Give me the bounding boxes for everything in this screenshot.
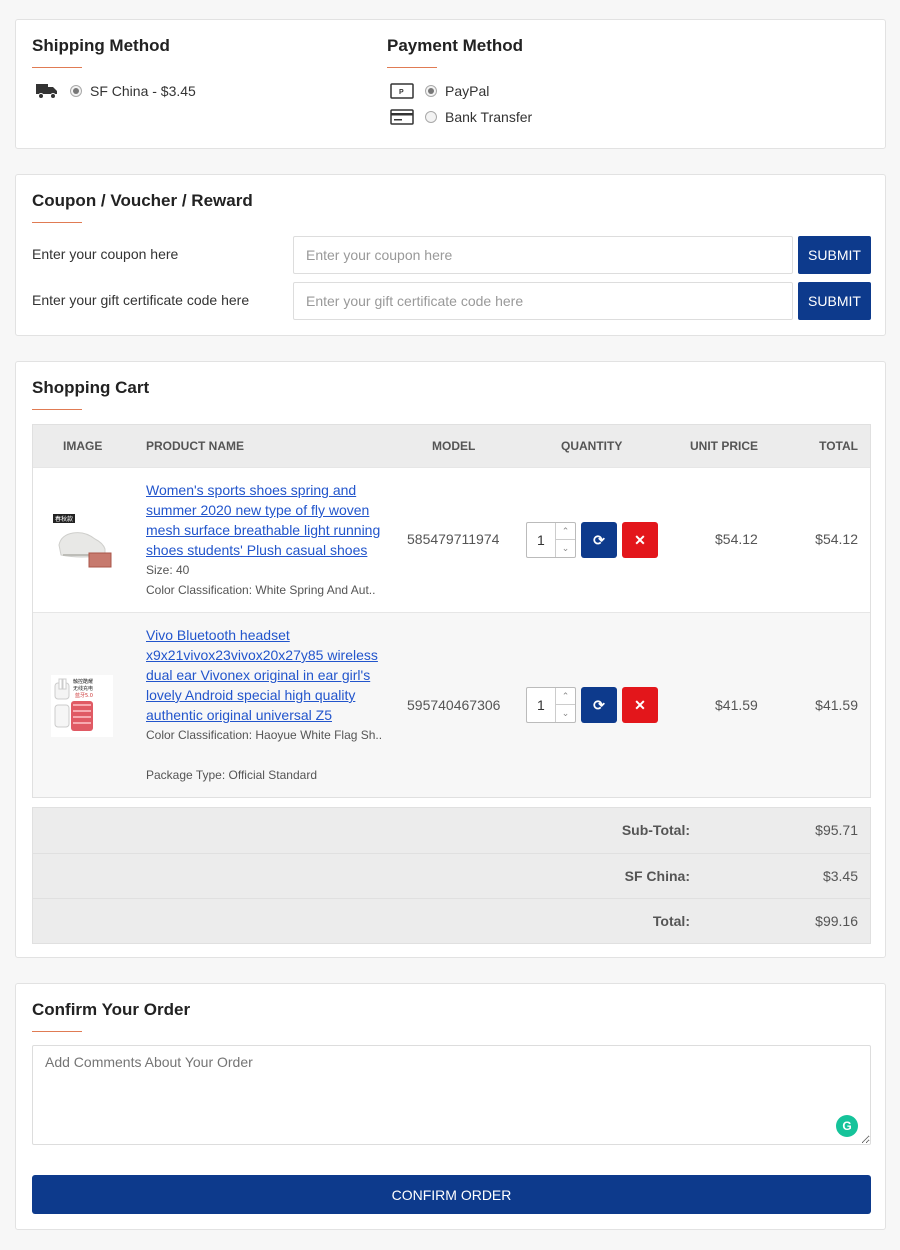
gift-certificate-input[interactable] [293,282,793,320]
delivery-truck-icon [34,82,60,100]
svg-text:无线充电: 无线充电 [73,685,93,692]
totals-row: SF China: $3.45 [33,853,870,898]
unit-price: $54.12 [715,531,758,547]
shipping-method-section: Shipping Method [32,36,170,68]
payment-method-section: Payment Method [387,36,523,68]
header-total: TOTAL [819,439,858,453]
table-row: 春秋款 Women's sports shoes spring and summ… [33,467,870,612]
product-name-link[interactable]: Vivo Bluetooth headset x9x21vivox23vivox… [146,625,386,725]
totals-row: Sub-Total: $95.71 [33,808,870,853]
svg-text:P: P [399,89,404,96]
header-quantity: QUANTITY [561,439,623,453]
coupon-input[interactable] [293,236,793,274]
chevron-down-icon[interactable]: ⌄ [555,705,575,722]
title-underline [32,409,82,410]
title-underline [32,222,82,223]
quantity-stepper[interactable]: 1 ⌃ ⌄ [526,687,576,723]
order-comments-textarea[interactable] [32,1045,871,1145]
gift-certificate-label: Enter your gift certificate code here [32,292,250,308]
header-unit-price: UNIT PRICE [690,439,759,453]
shopping-cart-panel: Shopping Cart IMAGE PRODUCT NAME MODEL Q… [15,361,886,958]
shipping-radio[interactable] [70,85,82,97]
chevron-up-icon[interactable]: ⌃ [555,688,575,705]
product-model: 595740467306 [407,697,501,713]
shipping-option-sf-china[interactable]: SF China - $3.45 [34,82,196,100]
totals-label: Total: [652,913,690,929]
coupon-title: Coupon / Voucher / Reward [32,191,253,210]
paypal-card-icon: P [389,82,415,100]
header-image: IMAGE [63,439,103,453]
payment-method-title: Payment Method [387,36,524,55]
confirm-section-header: Confirm Your Order [32,1000,190,1032]
confirm-order-button[interactable]: CONFIRM ORDER [32,1175,871,1214]
payment-option-bank-transfer[interactable]: Bank Transfer [389,108,532,126]
line-total: $41.59 [815,697,858,713]
cart-section-header: Shopping Cart [32,378,149,410]
confirm-order-panel: Confirm Your Order G CONFIRM ORDER [15,983,886,1230]
refresh-icon: ⟳ [593,696,605,713]
chevron-down-icon[interactable]: ⌄ [555,540,575,557]
shipping-method-title: Shipping Method [32,36,170,55]
cart-table-header: IMAGE PRODUCT NAME MODEL QUANTITY UNIT P… [33,425,870,467]
unit-price: $41.59 [715,697,758,713]
totals-value: $3.45 [822,868,858,884]
refresh-icon: ⟳ [593,531,605,548]
quantity-value[interactable]: 1 [537,532,545,548]
header-product-name: PRODUCT NAME [146,439,244,453]
product-model: 585479711974 [407,531,500,547]
payment-option-paypal[interactable]: P PayPal [389,82,489,100]
shipping-payment-panel: Shipping Method SF China - $3.45 Payment… [15,19,886,149]
remove-item-button[interactable]: ✕ [622,687,658,723]
coupon-label: Enter your coupon here [32,246,179,262]
product-option-color: Color Classification: White Spring And A… [146,583,376,597]
svg-text:蓝牙5.0: 蓝牙5.0 [75,692,93,699]
chevron-up-icon[interactable]: ⌃ [555,523,575,540]
title-underline [387,67,437,68]
product-option-size: Size: 40 [146,563,190,577]
payment-option-label: Bank Transfer [445,109,533,125]
remove-item-button[interactable]: ✕ [622,522,658,558]
gift-certificate-submit-button[interactable]: SUBMIT [798,282,871,320]
totals-label: Sub-Total: [621,822,690,838]
cart-title: Shopping Cart [32,378,150,397]
header-model: MODEL [432,439,476,453]
table-row: 触控酷耀 无线充电 蓝牙5.0 Vivo Bluetooth headset x… [33,612,870,797]
update-quantity-button[interactable]: ⟳ [581,522,617,558]
update-quantity-button[interactable]: ⟳ [581,687,617,723]
coupon-panel: Coupon / Voucher / Reward Enter your cou… [15,174,886,336]
bank-transfer-radio[interactable] [425,111,437,123]
shipping-option-label: SF China - $3.45 [90,83,196,99]
payment-option-label: PayPal [445,83,490,99]
line-total: $54.12 [815,531,858,547]
close-icon: ✕ [634,531,646,548]
quantity-value[interactable]: 1 [537,697,545,713]
totals-row: Total: $99.16 [33,898,870,943]
title-underline [32,1031,82,1032]
totals-value: $99.16 [815,913,858,929]
product-name-link[interactable]: Women's sports shoes spring and summer 2… [146,480,386,560]
product-image[interactable]: 春秋款 [51,511,113,573]
totals-label: SF China: [624,868,690,884]
product-option-color: Color Classification: Haoyue White Flag … [146,728,383,742]
grammarly-icon[interactable]: G [836,1115,858,1137]
svg-text:触控酷耀: 触控酷耀 [73,678,93,685]
confirm-title: Confirm Your Order [32,1000,191,1019]
quantity-stepper[interactable]: 1 ⌃ ⌄ [526,522,576,558]
close-icon: ✕ [634,696,646,713]
product-option-package: Package Type: Official Standard [146,768,317,782]
cart-totals: Sub-Total: $95.71 SF China: $3.45 Total:… [32,807,871,944]
title-underline [32,67,82,68]
coupon-submit-button[interactable]: SUBMIT [798,236,871,274]
product-image[interactable]: 触控酷耀 无线充电 蓝牙5.0 [51,675,113,737]
product-image-badge: 春秋款 [55,515,73,523]
credit-card-icon [389,108,415,126]
coupon-section-header: Coupon / Voucher / Reward [32,191,253,223]
totals-value: $95.71 [815,822,858,838]
paypal-radio[interactable] [425,85,437,97]
cart-table: IMAGE PRODUCT NAME MODEL QUANTITY UNIT P… [32,424,871,798]
